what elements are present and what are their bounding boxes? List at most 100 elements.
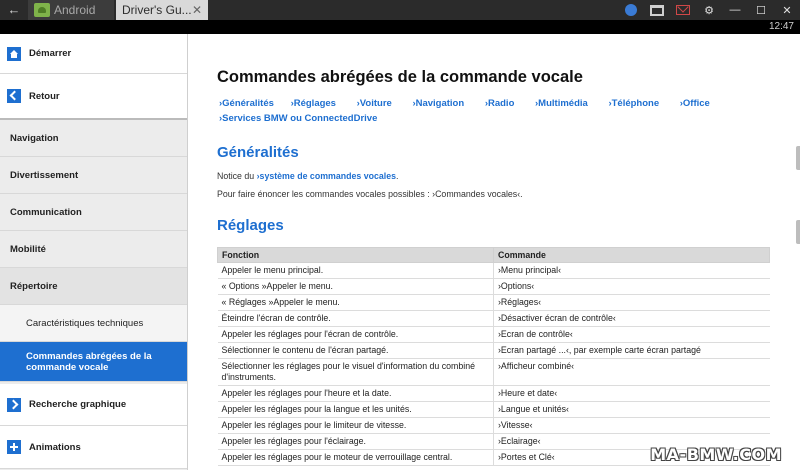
link-navigation[interactable]: ›Navigation (412, 98, 464, 109)
page-title: Commandes abrégées de la commande vocale (217, 68, 583, 86)
link-telephone[interactable]: ›Téléphone (608, 98, 659, 109)
multi-instance-button[interactable] (644, 0, 670, 20)
table-row: Sélectionner les réglages pour le visuel… (217, 358, 770, 386)
cell-commande: ›Langue et unités‹ (493, 401, 770, 418)
sidebar-item-label: Animations (29, 441, 81, 453)
mail-button[interactable] (670, 0, 696, 20)
table-row: Appeler les réglages pour l'heure et la … (217, 385, 770, 402)
cell-commande: ›Heure et date‹ (493, 385, 770, 402)
sidebar-item-recherche-graphique[interactable]: Recherche graphique (0, 384, 187, 426)
link-generalites[interactable]: ›Généralités (219, 98, 274, 109)
minimize-button[interactable]: — (722, 0, 748, 20)
sidebar-item-communication[interactable]: Communication (0, 194, 187, 231)
cell-fonction: Appeler les réglages pour l'heure et la … (217, 385, 494, 402)
sidebar-item-caracteristiques[interactable]: Caractéristiques techniques (0, 305, 187, 342)
tab-close-icon[interactable]: ✕ (192, 3, 202, 17)
cell-commande: ›Réglages‹ (493, 294, 770, 311)
cell-fonction: Appeler les réglages pour le limiteur de… (217, 417, 494, 434)
window-title-bar: ← Android Driver's Gu... ✕ ⚙ — ☐ ✕ (0, 0, 800, 20)
table-row: « Options »Appeler le menu. ›Options‹ (217, 278, 770, 295)
reglages-table: Fonction Commande Appeler le menu princi… (217, 247, 770, 466)
table-row: « Réglages »Appeler le menu. ›Réglages‹ (217, 294, 770, 311)
sidebar-item-commandes-abregees[interactable]: Commandes abrégées de la commande vocale (0, 342, 187, 382)
voice-commands-paragraph: Pour faire énoncer les commandes vocales… (217, 189, 523, 199)
link-services-bmw[interactable]: ›Services BMW ou ConnectedDrive (219, 113, 377, 124)
content-pane: Commandes abrégées de la commande vocale… (189, 34, 800, 470)
tab-drivers-guide-label: Driver's Gu... (122, 3, 192, 17)
user-icon (625, 4, 637, 16)
forward-icon (7, 397, 21, 412)
maximize-button[interactable]: ☐ (748, 0, 774, 20)
cell-fonction: Appeler les réglages pour l'écran de con… (217, 326, 494, 343)
table-row: Appeler les réglages pour la langue et l… (217, 401, 770, 418)
cell-commande: ›Ecran partagé ...‹, par exemple carte é… (493, 342, 770, 359)
table-header-row: Fonction Commande (217, 247, 770, 263)
cell-fonction: Appeler le menu principal. (217, 262, 494, 279)
settings-gear-icon[interactable]: ⚙ (696, 0, 722, 20)
edge-handle[interactable] (796, 146, 800, 170)
mail-icon (676, 5, 690, 15)
link-office[interactable]: ›Office (680, 98, 710, 109)
cell-fonction: Appeler les réglages pour l'éclairage. (217, 433, 494, 450)
table-row: Appeler le menu principal. ›Menu principa… (217, 262, 770, 279)
tab-android-label: Android (54, 3, 96, 17)
back-icon (7, 89, 21, 103)
close-window-button[interactable]: ✕ (774, 0, 800, 20)
android-status-bar: 12:47 (0, 20, 800, 34)
cell-fonction: Appeler les réglages pour la langue et l… (217, 401, 494, 418)
edge-handle[interactable] (796, 220, 800, 244)
cell-fonction: Appeler les réglages pour le moteur de v… (217, 449, 494, 466)
sidebar-item-label: Caractéristiques techniques (26, 317, 144, 329)
link-reglages[interactable]: ›Réglages (291, 98, 336, 109)
sidebar-item-label: Démarrer (29, 48, 72, 59)
section-title-reglages: Réglages (217, 217, 284, 234)
sidebar-item-label: Retour (29, 90, 60, 102)
sidebar-item-divertissement[interactable]: Divertissement (0, 157, 187, 194)
sidebar-item-label: Répertoire (10, 280, 58, 292)
cell-fonction: « Options »Appeler le menu. (217, 278, 494, 295)
tab-drivers-guide[interactable]: Driver's Gu... ✕ (116, 0, 208, 20)
android-icon (34, 3, 50, 17)
section-title-generalites: Généralités (217, 144, 299, 161)
cell-commande: ›Options‹ (493, 278, 770, 295)
table-row: Éteindre l'écran de contrôle. ›Désactiver… (217, 310, 770, 327)
cell-commande: ›Menu principal‹ (493, 262, 770, 279)
sidebar-item-label: Commandes abrégées de la commande vocale (26, 350, 152, 373)
link-voiture[interactable]: ›Voiture (357, 98, 392, 109)
cell-fonction: Sélectionner les réglages pour le visuel… (217, 358, 494, 386)
cell-fonction: « Réglages »Appeler le menu. (217, 294, 494, 311)
sidebar-item-label: Communication (10, 206, 82, 218)
sidebar: Démarrer Retour Navigation Divertissemen… (0, 34, 188, 470)
sidebar-item-demarrer[interactable]: Démarrer (0, 34, 187, 74)
home-icon (7, 46, 21, 61)
table-row: Appeler les réglages pour le limiteur de… (217, 417, 770, 434)
sidebar-item-navigation[interactable]: Navigation (0, 120, 187, 157)
cell-fonction: Éteindre l'écran de contrôle. (217, 310, 494, 327)
link-systeme-commandes[interactable]: ›système de commandes vocales (257, 171, 396, 181)
column-header-fonction: Fonction (217, 247, 494, 263)
cell-commande: ›Désactiver écran de contrôle‹ (493, 310, 770, 327)
plus-icon (7, 440, 21, 454)
table-row: Sélectionner le contenu de l'écran parta… (217, 342, 770, 359)
cell-commande: ›Ecran de contrôle‹ (493, 326, 770, 343)
account-button[interactable] (618, 0, 644, 20)
tab-android[interactable]: Android (28, 0, 114, 20)
status-clock: 12:47 (768, 21, 794, 32)
sidebar-item-label: Recherche graphique (29, 399, 127, 410)
sidebar-item-label: Divertissement (10, 169, 79, 181)
link-multimedia[interactable]: ›Multimédia (535, 98, 588, 109)
sidebar-item-label: Navigation (10, 132, 59, 144)
sidebar-item-repertoire[interactable]: Répertoire (0, 268, 187, 305)
notice-paragraph: Notice du ›système de commandes vocales. (217, 171, 398, 181)
section-links: ›Généralités ›Réglages ›Voiture ›Navigat… (219, 96, 759, 126)
link-radio[interactable]: ›Radio (485, 98, 515, 109)
sidebar-item-retour[interactable]: Retour (0, 74, 187, 120)
cell-commande: ›Vitesse‹ (493, 417, 770, 434)
notice-suffix: . (395, 171, 399, 181)
back-arrow-icon[interactable]: ← (0, 0, 28, 20)
grid-icon (650, 4, 664, 16)
cell-commande: ›Afficheur combiné‹ (493, 358, 770, 386)
cell-fonction: Sélectionner le contenu de l'écran parta… (217, 342, 494, 359)
sidebar-item-animations[interactable]: Animations (0, 426, 187, 469)
sidebar-item-mobilite[interactable]: Mobilité (0, 231, 187, 268)
